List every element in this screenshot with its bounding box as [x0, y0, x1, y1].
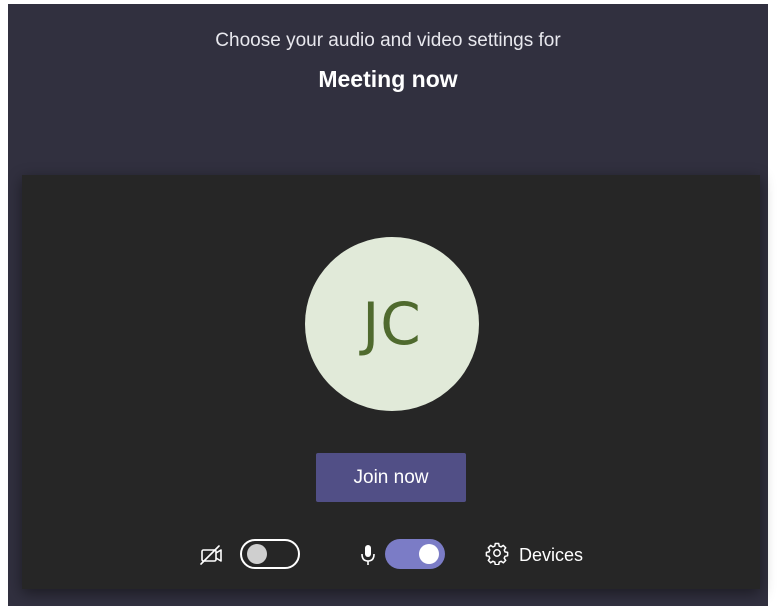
microphone-toggle-knob [419, 544, 439, 564]
gear-icon [485, 541, 509, 570]
video-preview: JC Join now Devices [22, 175, 760, 589]
devices-label: Devices [519, 544, 584, 565]
microphone-icon [355, 543, 381, 567]
avatar: JC [305, 237, 479, 411]
join-now-button[interactable]: Join now [316, 453, 466, 502]
devices-button[interactable]: Devices [485, 539, 583, 571]
meeting-prejoin-window: Choose your audio and video settings for… [8, 4, 768, 606]
meeting-title: Meeting now [318, 66, 458, 92]
microphone-toggle[interactable] [385, 539, 445, 569]
media-controls: Devices [22, 537, 760, 573]
camera-toggle-knob [247, 544, 267, 564]
avatar-initials: JC [362, 290, 422, 358]
camera-off-icon [199, 543, 225, 567]
camera-toggle[interactable] [240, 539, 300, 569]
meeting-subtitle: Choose your audio and video settings for [215, 30, 561, 51]
